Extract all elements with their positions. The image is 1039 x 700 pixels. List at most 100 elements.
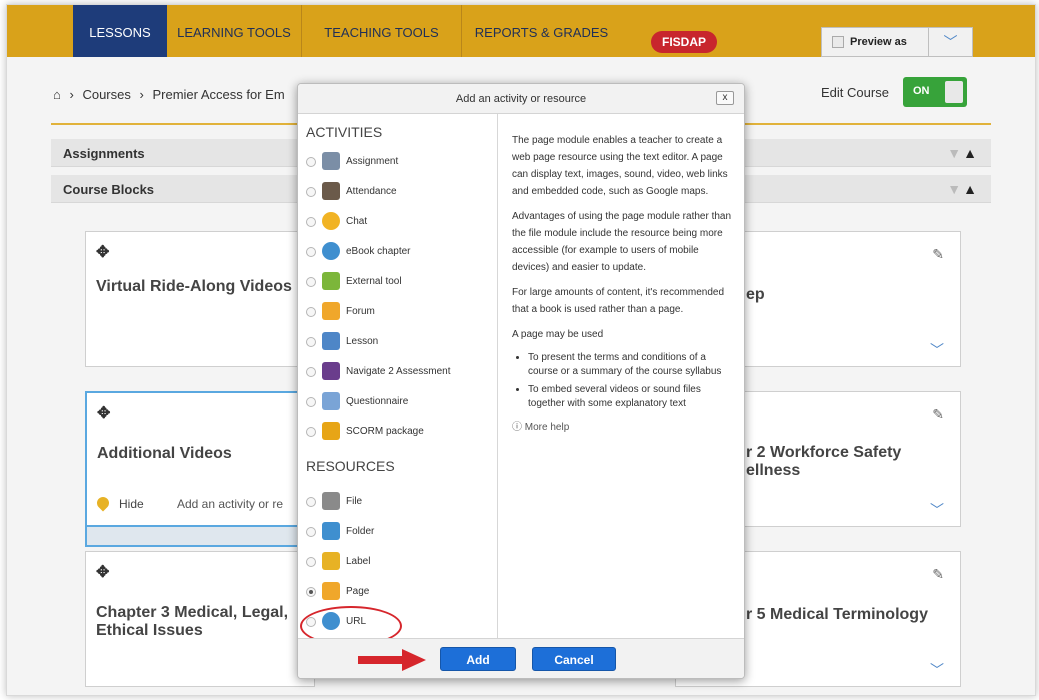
home-icon[interactable]: ⌂ xyxy=(53,87,61,102)
questionnaire-icon xyxy=(322,392,340,410)
option-attendance[interactable]: Attendance xyxy=(306,178,496,206)
option-chat[interactable]: Chat xyxy=(306,208,496,236)
option-scorm-package[interactable]: SCORM package xyxy=(306,418,496,446)
chevron-down-icon[interactable]: ﹀ xyxy=(930,500,944,520)
option-label[interactable]: Label xyxy=(306,548,496,576)
folder-icon xyxy=(322,522,340,540)
forum-icon xyxy=(322,302,340,320)
fisdap-logo[interactable]: FISDAP xyxy=(651,31,717,53)
more-help-label: More help xyxy=(524,422,570,433)
cancel-button[interactable]: Cancel xyxy=(532,647,616,671)
radio-button[interactable] xyxy=(306,367,316,377)
move-up-icon[interactable]: ▲ xyxy=(963,145,979,161)
radio-button[interactable] xyxy=(306,247,316,257)
dialog-title: Add an activity or resource xyxy=(455,93,587,105)
edit-course-toggle[interactable]: ON xyxy=(903,77,967,107)
option-label: Navigate 2 Assessment xyxy=(346,366,451,377)
page-icon xyxy=(322,582,340,600)
puzzle-icon xyxy=(322,272,340,290)
option-label: eBook chapter xyxy=(346,246,411,257)
option-folder[interactable]: Folder xyxy=(306,518,496,546)
more-help-link[interactable]: ⓘ More help xyxy=(512,419,734,436)
section-card[interactable]: ✥ Chapter 3 Medical, Legal, Ethical Issu… xyxy=(85,551,315,687)
radio-button[interactable] xyxy=(306,557,316,567)
radio-button-checked[interactable] xyxy=(306,587,316,597)
tab-reports-grades[interactable]: REPORTS & GRADES xyxy=(461,5,621,57)
add-button[interactable]: Add xyxy=(440,647,516,671)
option-navigate-2-assessment[interactable]: Navigate 2 Assessment xyxy=(306,358,496,386)
collapse-controls[interactable]: ▼▲ xyxy=(947,145,979,161)
hide-button[interactable]: Hide xyxy=(94,494,144,512)
pencil-icon[interactable]: ✎ xyxy=(932,406,944,423)
section-title[interactable]: r 5 Medical Terminology xyxy=(746,606,928,624)
dialog-footer: Add Cancel xyxy=(298,638,744,678)
radio-button[interactable] xyxy=(306,497,316,507)
breadcrumb-course[interactable]: Premier Access for Em xyxy=(152,87,284,102)
option-questionnaire[interactable]: Questionnaire xyxy=(306,388,496,416)
activity-list: ACTIVITIES Assignment Attendance Chat eB… xyxy=(298,114,498,646)
section-title[interactable]: ep xyxy=(746,286,765,304)
option-page-selected[interactable]: Page xyxy=(298,578,497,606)
option-label-text: Label xyxy=(346,556,371,567)
hide-label: Hide xyxy=(119,497,144,511)
add-activity-link[interactable]: Add an activity or re xyxy=(177,497,283,511)
chevron-down-icon[interactable]: ﹀ xyxy=(928,28,972,56)
option-forum[interactable]: Forum xyxy=(306,298,496,326)
option-lesson[interactable]: Lesson xyxy=(306,328,496,356)
section-title[interactable]: Chapter 3 Medical, Legal, Ethical Issues xyxy=(96,604,288,640)
move-down-icon[interactable]: ▼ xyxy=(947,145,963,161)
radio-button[interactable] xyxy=(306,337,316,347)
radio-button[interactable] xyxy=(306,157,316,167)
option-label: External tool xyxy=(346,276,402,287)
usage-item: To embed several videos or sound files t… xyxy=(528,383,734,411)
collapse-controls[interactable]: ▼▲ xyxy=(947,181,979,197)
pencil-icon[interactable]: ✎ xyxy=(932,566,944,583)
option-assignment[interactable]: Assignment xyxy=(306,148,496,176)
chevron-down-icon[interactable]: ﹀ xyxy=(930,340,944,360)
move-up-icon[interactable]: ▲ xyxy=(963,181,979,197)
tab-lessons[interactable]: LESSONS xyxy=(73,5,167,57)
radio-button[interactable] xyxy=(306,307,316,317)
radio-button[interactable] xyxy=(306,397,316,407)
radio-button[interactable] xyxy=(306,187,316,197)
option-file[interactable]: File xyxy=(306,488,496,516)
chevron-down-icon[interactable]: ﹀ xyxy=(930,660,944,680)
breadcrumb-courses[interactable]: Courses xyxy=(82,87,130,102)
option-external-tool[interactable]: External tool xyxy=(306,268,496,296)
pencil-icon[interactable]: ✎ xyxy=(932,246,944,263)
section-card[interactable]: ✥ Virtual Ride-Along Videos xyxy=(85,231,315,367)
section-title[interactable]: Additional Videos xyxy=(97,445,232,463)
option-label: Folder xyxy=(346,526,375,537)
description-paragraph: The page module enables a teacher to cre… xyxy=(512,135,728,197)
move-icon[interactable]: ✥ xyxy=(96,242,109,262)
assignment-icon xyxy=(322,152,340,170)
section-title[interactable]: Virtual Ride-Along Videos xyxy=(96,278,292,296)
option-label: Page xyxy=(346,586,370,597)
tab-teaching-tools[interactable]: TEACHING TOOLS xyxy=(301,5,461,57)
radio-button[interactable] xyxy=(306,427,316,437)
option-label: Questionnaire xyxy=(346,396,409,407)
radio-button[interactable] xyxy=(306,277,316,287)
activities-heading: ACTIVITIES xyxy=(306,124,383,140)
section-title[interactable]: r 2 Workforce Safety ellness xyxy=(746,444,901,480)
drop-target-slot[interactable] xyxy=(85,525,305,547)
move-icon[interactable]: ✥ xyxy=(96,562,109,582)
preview-icon xyxy=(832,36,844,48)
dialog-header: Add an activity or resource x xyxy=(298,84,744,114)
move-down-icon[interactable]: ▼ xyxy=(947,181,963,197)
preview-as-control[interactable]: Preview as ﹀ xyxy=(821,27,973,57)
option-ebook-chapter[interactable]: eBook chapter xyxy=(306,238,496,266)
radio-button[interactable] xyxy=(306,527,316,537)
lightbulb-icon xyxy=(94,494,112,512)
edit-course-label: Edit Course xyxy=(821,85,889,100)
ebook-icon xyxy=(322,242,340,260)
section-card-selected[interactable]: ✥ Additional Videos Hide Add an activity… xyxy=(85,391,315,527)
option-label: Lesson xyxy=(346,336,379,347)
move-icon[interactable]: ✥ xyxy=(97,403,110,423)
navigate-icon xyxy=(322,362,340,380)
radio-button[interactable] xyxy=(306,217,316,227)
help-icon: ⓘ xyxy=(512,422,522,433)
assignments-label: Assignments xyxy=(63,146,145,161)
close-icon[interactable]: x xyxy=(716,91,734,105)
tab-learning-tools[interactable]: LEARNING TOOLS xyxy=(167,5,301,57)
